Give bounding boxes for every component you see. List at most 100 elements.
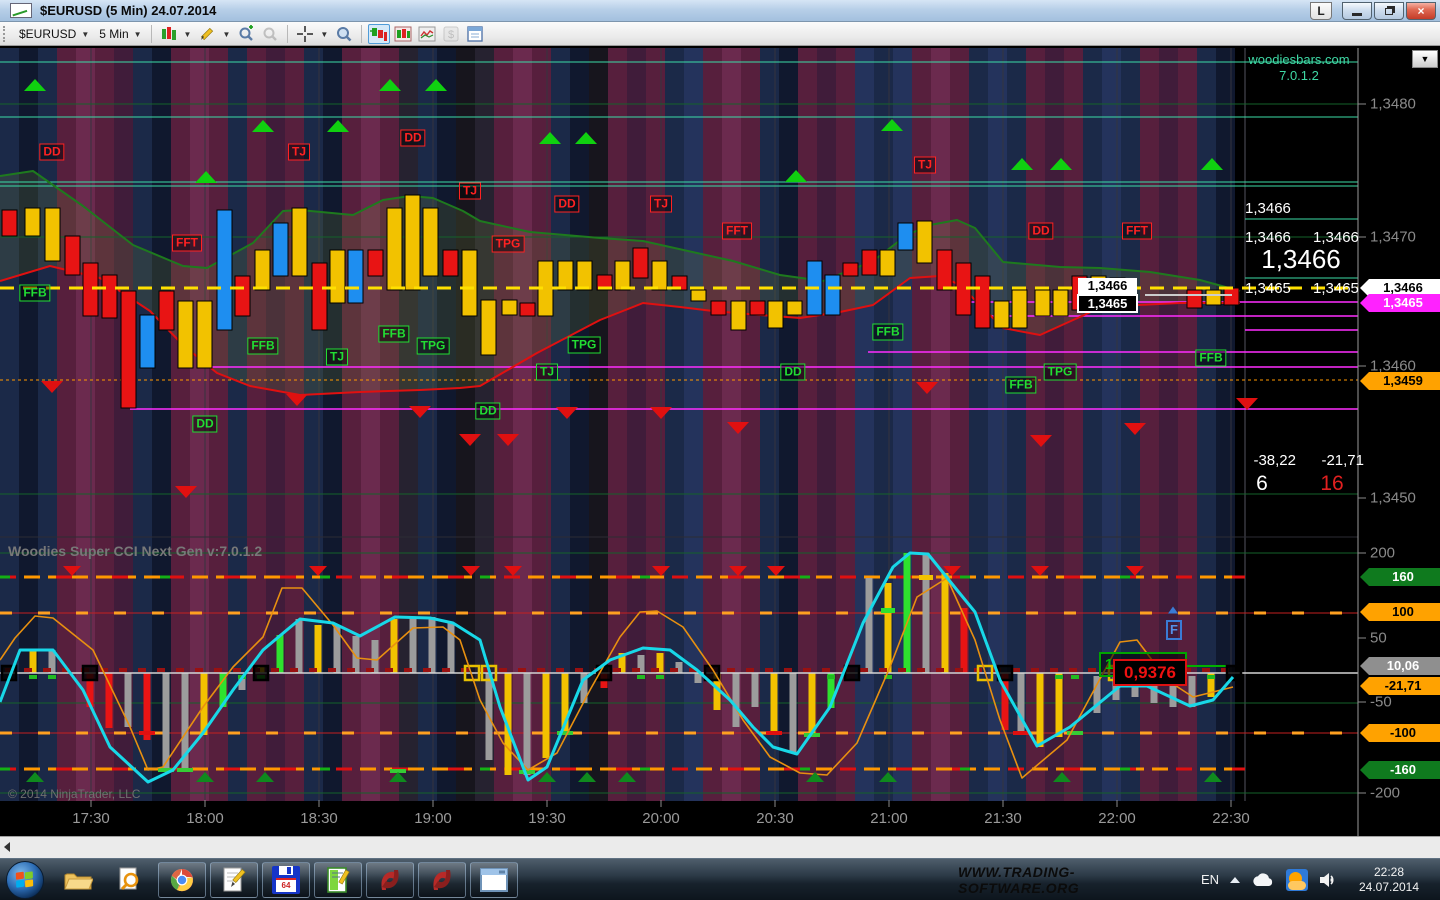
properties-panel-icon[interactable] <box>464 24 486 44</box>
background-stripe <box>361 48 380 801</box>
crosshair-icon[interactable] <box>294 24 316 44</box>
zoom-in-icon[interactable] <box>235 24 257 44</box>
show-hidden-icons-icon[interactable] <box>1230 877 1240 883</box>
instrument-dropdown-icon[interactable]: ▼ <box>81 30 89 39</box>
weather-tray-icon[interactable] <box>1286 869 1308 891</box>
cci-zero-dash-green <box>1207 675 1215 679</box>
title-bar[interactable]: $EURUSD (5 Min) 24.07.2014 L × <box>0 0 1440 22</box>
cci-histogram-bar <box>296 619 303 673</box>
chart-style-icon[interactable] <box>158 24 180 44</box>
data-box-icon[interactable] <box>333 24 355 44</box>
search-icon <box>116 866 144 894</box>
dollar-icon[interactable]: $ <box>440 24 462 44</box>
cci-cap-dash <box>881 608 895 613</box>
taskbar-explorer-button[interactable] <box>54 862 102 898</box>
instrument-selector[interactable]: $EURUSD <box>19 27 76 41</box>
chart-panel-dropdown-button[interactable]: ▼ <box>1412 50 1438 68</box>
window-controls: L × <box>1310 2 1436 20</box>
cci-histogram-bar <box>334 625 341 673</box>
taskbar-ninjatrader-button[interactable] <box>366 862 414 898</box>
notepad-icon <box>220 866 248 894</box>
zoom-out-icon[interactable] <box>259 24 281 44</box>
background-stripe <box>608 48 627 801</box>
background-stripe <box>38 48 57 801</box>
cci-zero-dash <box>176 668 184 672</box>
cci-histogram-bar <box>144 673 151 740</box>
minimize-button[interactable] <box>1342 2 1372 20</box>
cci-zero-dash <box>765 668 773 672</box>
cci-histogram-bar <box>961 608 968 673</box>
bars-panel-icon[interactable] <box>392 24 414 44</box>
cci-zero-dash <box>879 668 887 672</box>
candle-bar <box>711 301 726 315</box>
clock-date: 24.07.2014 <box>1348 880 1430 895</box>
close-button[interactable]: × <box>1406 2 1436 20</box>
background-stripe <box>684 48 703 801</box>
background-stripe <box>266 48 285 801</box>
candle-bar <box>1110 278 1125 310</box>
bar-type-selected-icon[interactable] <box>368 24 390 44</box>
candle-bar <box>1012 290 1027 328</box>
background-stripe <box>950 48 969 801</box>
chart-style-dropdown-icon[interactable]: ▼ <box>184 30 192 39</box>
taskbar-chrome-button[interactable] <box>158 862 206 898</box>
interval-dropdown-icon[interactable]: ▼ <box>134 30 142 39</box>
taskbar-search-button[interactable] <box>106 862 154 898</box>
candle-bar <box>65 236 80 275</box>
background-stripe <box>646 48 665 801</box>
line-chart-icon[interactable] <box>416 24 438 44</box>
onedrive-cloud-icon[interactable] <box>1251 872 1275 888</box>
cci-zero-dash <box>651 668 659 672</box>
window-frame-icon <box>479 867 509 893</box>
cci-zero-dash <box>955 668 963 672</box>
cci-histogram-bar <box>277 635 284 673</box>
candle-bar <box>917 221 932 263</box>
candle-bar <box>633 248 648 278</box>
cci-zero-dash <box>670 668 678 672</box>
chart-scrollbar[interactable] <box>0 836 1440 858</box>
background-stripe <box>969 48 988 801</box>
crosshair-dropdown-icon[interactable]: ▼ <box>320 30 328 39</box>
interval-selector[interactable]: 5 Min <box>99 27 128 41</box>
taskbar-window-button[interactable] <box>470 862 518 898</box>
restore-button[interactable] <box>1374 2 1404 20</box>
cci-zero-dash-green <box>29 675 37 679</box>
candle-bar <box>577 261 592 290</box>
cci-histogram-bar <box>942 573 949 673</box>
scroll-left-arrow-icon[interactable] <box>4 842 10 852</box>
cci-zero-dash <box>157 668 165 672</box>
cci-zero-dash <box>404 668 412 672</box>
candle-bar <box>520 303 535 316</box>
cci-zero-dash-green <box>637 675 645 679</box>
drawing-tools-dropdown-icon[interactable]: ▼ <box>222 30 230 39</box>
chart-plot-area[interactable] <box>0 0 1440 858</box>
toolbar-grip[interactable] <box>3 26 7 42</box>
ninjatrader-icon <box>427 865 457 895</box>
lock-button[interactable]: L <box>1310 2 1332 20</box>
cci-histogram-bar <box>524 673 531 775</box>
candle-bar <box>405 195 420 290</box>
taskbar-editor-button[interactable] <box>314 862 362 898</box>
candle-bar <box>292 208 307 276</box>
taskbar-ninjatrader-button[interactable] <box>418 862 466 898</box>
taskbar-notepad-button[interactable] <box>210 862 258 898</box>
cci-zero-dash <box>1183 668 1191 672</box>
candle-bar <box>140 315 155 368</box>
drawing-tools-icon[interactable] <box>196 24 218 44</box>
background-stripe <box>19 48 38 801</box>
candle-bar <box>159 291 174 330</box>
candle-bar <box>330 250 345 303</box>
taskbar-save-button[interactable]: 64 <box>262 862 310 898</box>
start-button[interactable] <box>6 861 44 899</box>
cci-zero-box-black <box>83 666 97 680</box>
cci-zero-dash <box>195 668 203 672</box>
volume-icon[interactable] <box>1319 871 1337 889</box>
chart-window-icon <box>10 3 32 18</box>
cci-zero-dash <box>385 668 393 672</box>
candle-bar <box>462 250 477 316</box>
candle-bar <box>1224 288 1239 305</box>
background-stripe <box>304 48 323 801</box>
candle-bar <box>312 263 327 330</box>
taskbar-clock[interactable]: 22:28 24.07.2014 <box>1348 865 1430 895</box>
language-indicator[interactable]: EN <box>1201 872 1219 887</box>
